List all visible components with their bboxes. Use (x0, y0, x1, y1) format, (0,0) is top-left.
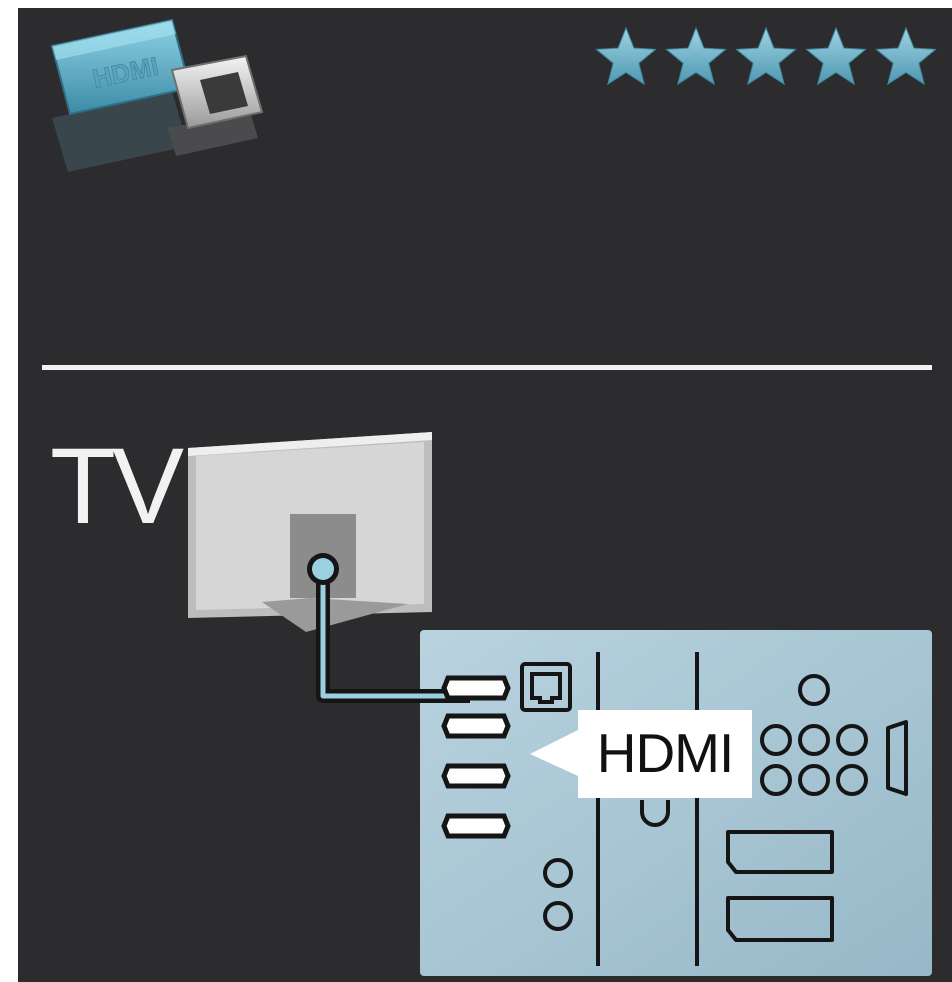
divider (42, 365, 932, 370)
star-icon (665, 26, 727, 86)
tv-label: TV (50, 425, 184, 546)
hdmi-port-2 (441, 713, 511, 739)
star-icon (595, 26, 657, 86)
hdmi-callout-label: HDMI (596, 722, 735, 784)
rating-stars (595, 26, 937, 86)
tv-rear-icon (188, 432, 432, 632)
hdmi-port-4 (441, 813, 511, 839)
star-icon (875, 26, 937, 86)
star-icon (805, 26, 867, 86)
star-icon (735, 26, 797, 86)
hdmi-port-1 (441, 675, 511, 701)
hdmi-port-3 (441, 763, 511, 789)
hdmi-connector-icon: HDMI (50, 18, 264, 172)
